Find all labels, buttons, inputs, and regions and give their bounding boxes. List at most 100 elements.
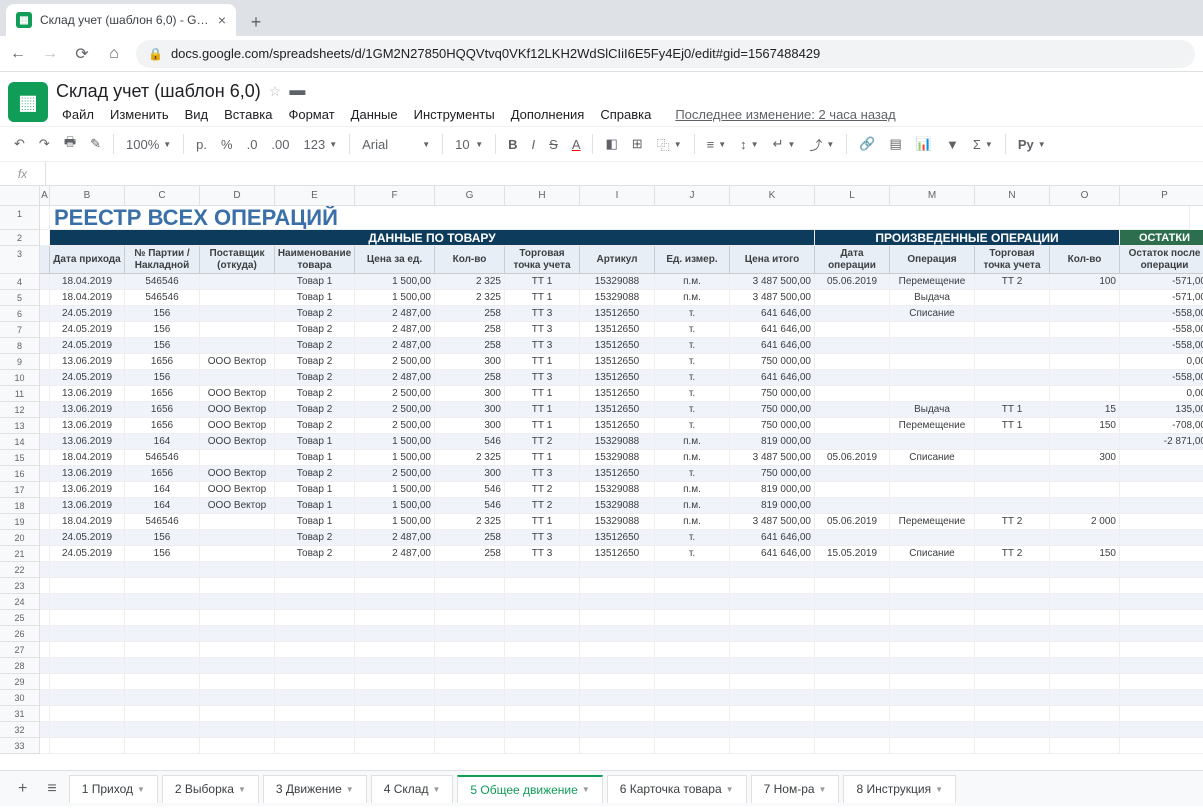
cell[interactable]: 258 bbox=[435, 306, 505, 322]
cell[interactable] bbox=[435, 626, 505, 642]
cell[interactable] bbox=[1050, 674, 1120, 690]
cell[interactable] bbox=[40, 338, 50, 354]
cell[interactable] bbox=[975, 370, 1050, 386]
cell[interactable] bbox=[505, 562, 580, 578]
row-header[interactable]: 18 bbox=[0, 498, 40, 514]
cell[interactable] bbox=[40, 274, 50, 290]
cell[interactable] bbox=[200, 290, 275, 306]
cell[interactable] bbox=[730, 642, 815, 658]
cell[interactable]: 546546 bbox=[125, 290, 200, 306]
cell[interactable]: Товар 1 bbox=[275, 434, 355, 450]
cell[interactable]: 15329088 bbox=[580, 274, 655, 290]
cell[interactable] bbox=[815, 354, 890, 370]
cell[interactable]: 546546 bbox=[125, 450, 200, 466]
cell[interactable]: 156 bbox=[125, 530, 200, 546]
cell[interactable] bbox=[40, 206, 50, 230]
text-color-button[interactable]: A bbox=[566, 133, 587, 156]
cell[interactable]: ТТ 1 bbox=[505, 354, 580, 370]
fill-color-button[interactable]: ◧ bbox=[599, 132, 623, 156]
cell[interactable]: -558,00 bbox=[1120, 306, 1203, 322]
cell[interactable]: 15329088 bbox=[580, 434, 655, 450]
cell[interactable] bbox=[1120, 626, 1203, 642]
cell[interactable] bbox=[815, 466, 890, 482]
cell[interactable]: п.м. bbox=[655, 498, 730, 514]
row-header[interactable]: 13 bbox=[0, 418, 40, 434]
sheet-tab[interactable]: 7 Ном-ра▼ bbox=[751, 775, 840, 803]
cell[interactable]: 819 000,00 bbox=[730, 434, 815, 450]
cell[interactable] bbox=[1120, 482, 1203, 498]
cell[interactable] bbox=[730, 722, 815, 738]
cell[interactable] bbox=[125, 706, 200, 722]
row-header[interactable]: 14 bbox=[0, 434, 40, 450]
cell[interactable] bbox=[200, 578, 275, 594]
cell[interactable]: -2 871,00 bbox=[1120, 434, 1203, 450]
cell[interactable] bbox=[975, 498, 1050, 514]
cell[interactable]: 2 500,00 bbox=[355, 354, 435, 370]
cell[interactable] bbox=[275, 738, 355, 754]
cell[interactable]: 750 000,00 bbox=[730, 466, 815, 482]
row-header[interactable]: 21 bbox=[0, 546, 40, 562]
cell[interactable]: п.м. bbox=[655, 274, 730, 290]
cell[interactable]: Перемещение bbox=[890, 274, 975, 290]
cell[interactable] bbox=[890, 658, 975, 674]
cell[interactable]: 13512650 bbox=[580, 386, 655, 402]
cell[interactable] bbox=[815, 658, 890, 674]
cell[interactable]: 641 646,00 bbox=[730, 338, 815, 354]
cell[interactable] bbox=[125, 722, 200, 738]
cell[interactable]: 1 500,00 bbox=[355, 514, 435, 530]
cell[interactable] bbox=[1120, 514, 1203, 530]
strike-button[interactable]: S bbox=[543, 133, 564, 156]
cell[interactable] bbox=[730, 610, 815, 626]
cell[interactable]: Цена за ед. bbox=[355, 246, 435, 274]
menu-insert[interactable]: Вставка bbox=[218, 105, 278, 124]
cell[interactable] bbox=[1050, 578, 1120, 594]
row-header[interactable]: 28 bbox=[0, 658, 40, 674]
cell[interactable] bbox=[975, 674, 1050, 690]
cell[interactable]: ООО Вектор bbox=[200, 482, 275, 498]
row-header[interactable]: 24 bbox=[0, 594, 40, 610]
valign-button[interactable]: ↕▼ bbox=[734, 133, 764, 156]
currency-button[interactable]: р. bbox=[190, 133, 213, 156]
row-header[interactable]: 4 bbox=[0, 274, 40, 290]
cell[interactable]: 258 bbox=[435, 338, 505, 354]
menu-addons[interactable]: Дополнения bbox=[505, 105, 591, 124]
cell[interactable]: 18.04.2019 bbox=[50, 274, 125, 290]
cell[interactable] bbox=[40, 466, 50, 482]
cell[interactable] bbox=[40, 230, 50, 246]
cell[interactable]: ТТ 2 bbox=[505, 498, 580, 514]
cell[interactable]: ТТ 1 bbox=[505, 386, 580, 402]
row-header[interactable]: 2 bbox=[0, 230, 40, 246]
cell[interactable] bbox=[815, 610, 890, 626]
cell[interactable] bbox=[1050, 306, 1120, 322]
col-header-H[interactable]: H bbox=[505, 186, 580, 206]
close-tab-icon[interactable]: × bbox=[218, 12, 226, 28]
cell[interactable]: 1 500,00 bbox=[355, 450, 435, 466]
cell[interactable]: 0,00 bbox=[1120, 354, 1203, 370]
cell[interactable] bbox=[275, 642, 355, 658]
cell[interactable]: 13512650 bbox=[580, 354, 655, 370]
cell[interactable] bbox=[975, 706, 1050, 722]
cell[interactable]: Товар 2 bbox=[275, 418, 355, 434]
cell[interactable] bbox=[1120, 738, 1203, 754]
cell[interactable]: 1 500,00 bbox=[355, 290, 435, 306]
bold-button[interactable]: B bbox=[502, 133, 523, 156]
cell[interactable] bbox=[50, 658, 125, 674]
cell[interactable]: 15329088 bbox=[580, 290, 655, 306]
cell[interactable]: 156 bbox=[125, 306, 200, 322]
band-product[interactable]: ДАННЫЕ ПО ТОВАРУ bbox=[50, 230, 815, 246]
cell[interactable]: 1656 bbox=[125, 354, 200, 370]
cell[interactable] bbox=[890, 386, 975, 402]
cell[interactable]: 100 bbox=[1050, 274, 1120, 290]
cell[interactable] bbox=[975, 386, 1050, 402]
cell[interactable] bbox=[815, 306, 890, 322]
cell[interactable] bbox=[1120, 578, 1203, 594]
cell[interactable]: 546546 bbox=[125, 514, 200, 530]
col-header-L[interactable]: L bbox=[815, 186, 890, 206]
cell[interactable] bbox=[505, 610, 580, 626]
cell[interactable] bbox=[275, 674, 355, 690]
cell[interactable]: 24.05.2019 bbox=[50, 338, 125, 354]
cell[interactable]: 300 bbox=[435, 386, 505, 402]
cell[interactable] bbox=[40, 418, 50, 434]
cell[interactable]: 2 500,00 bbox=[355, 402, 435, 418]
cell[interactable] bbox=[40, 578, 50, 594]
